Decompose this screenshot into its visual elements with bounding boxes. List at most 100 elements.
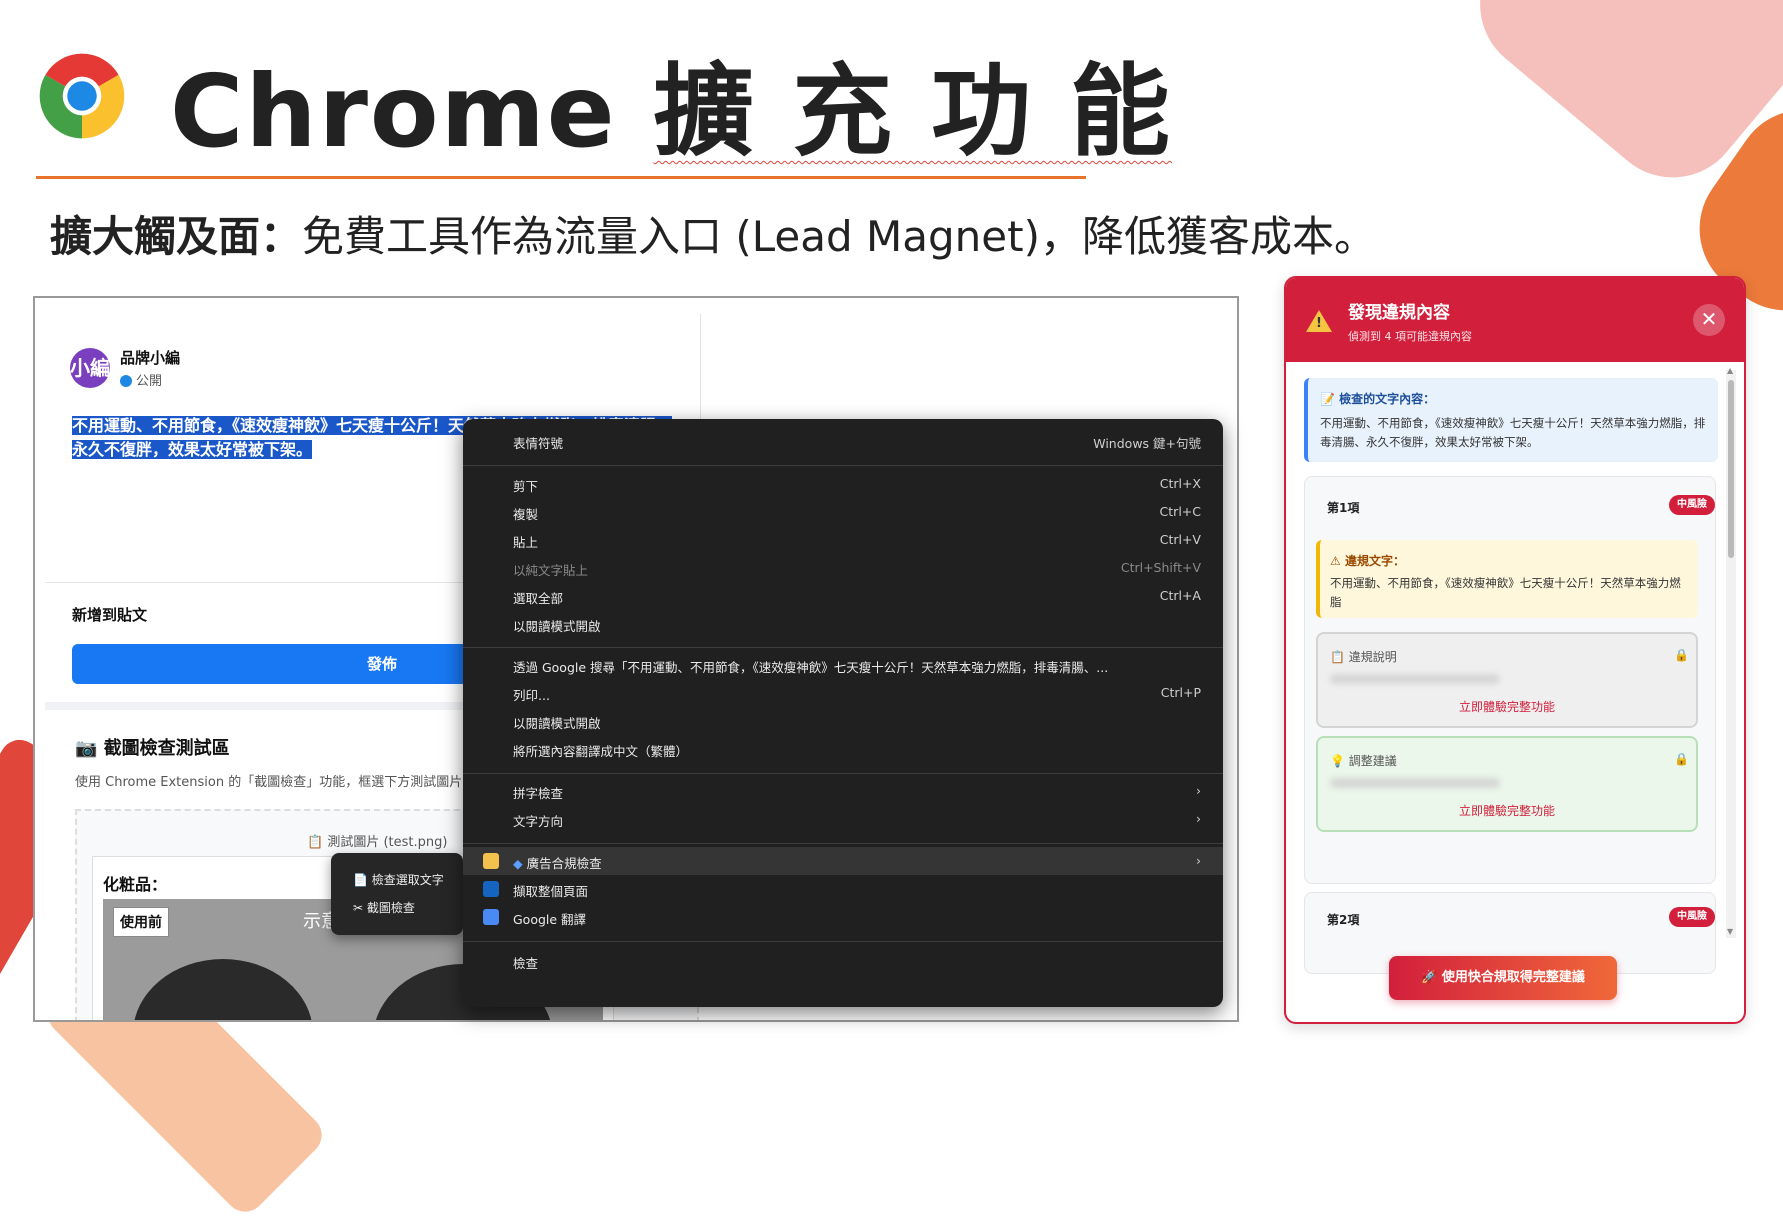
chrome-logo-icon	[39, 53, 125, 139]
unlock-link[interactable]: 立即體驗完整功能	[1318, 698, 1696, 715]
menu-item-copy[interactable]: 複製 Ctrl+C	[463, 498, 1223, 526]
checked-label-text: 檢查的文字內容：	[1339, 392, 1436, 406]
author-name[interactable]: 品牌小編	[120, 347, 180, 368]
scroll-down-icon[interactable]: ▼	[1727, 927, 1733, 936]
panel-header: ! 發現違規內容 偵測到 4 項可能違規內容 ✕	[1286, 278, 1744, 362]
menu-item-shortcut: Ctrl+C	[1159, 504, 1201, 519]
item-number: 第2項	[1327, 913, 1360, 927]
menu-item-reader-mode-2[interactable]: 以閱讀模式開啟	[463, 707, 1223, 735]
menu-item-label: 透過 Google 搜尋「不用運動、不用節食，《速效瘦神飲》七天瘦十公斤！天然草…	[513, 660, 1109, 675]
panel-subtitle: 偵測到 4 項可能違規內容	[1348, 330, 1472, 343]
menu-item-google-translate[interactable]: Google 翻譯	[463, 903, 1223, 931]
submenu-screenshot-check[interactable]: ✂ 截圖檢查	[353, 899, 415, 916]
extension-submenu: 📄 檢查選取文字 ✂ 截圖檢查	[331, 853, 463, 935]
lock-icon: 🔒	[1674, 648, 1689, 662]
shield-icon: ◆	[513, 856, 523, 871]
menu-item-label-wrap: ◆ 廣告合規檢查	[513, 853, 602, 872]
menu-item-search-google[interactable]: 透過 Google 搜尋「不用運動、不用節食，《速效瘦神飲》七天瘦十公斤！天然草…	[463, 651, 1223, 679]
menu-item-label: 拼字檢查	[513, 786, 564, 801]
suggest-label-text: 調整建議	[1348, 754, 1397, 768]
folder-icon	[483, 853, 499, 869]
menu-item-paste-plain[interactable]: 以純文字貼上 Ctrl+Shift+V	[463, 554, 1223, 582]
menu-item-print[interactable]: 列印... Ctrl+P	[463, 679, 1223, 707]
menu-item-label: 檢查	[513, 956, 539, 971]
compliance-panel: ! 發現違規內容 偵測到 4 項可能違規內容 ✕ ▲ ▼ 📝 檢查的文字內容： …	[1284, 276, 1746, 1024]
submenu-item-label: 檢查選取文字	[371, 873, 444, 887]
violation-label-text: 違規文字：	[1344, 554, 1405, 568]
menu-item-paste[interactable]: 貼上 Ctrl+V	[463, 526, 1223, 554]
menu-item-label: 以純文字貼上	[513, 563, 589, 578]
menu-item-label: 以閱讀模式開啟	[513, 716, 601, 731]
test-image-label: 📋 測試圖片 (test.png)	[307, 835, 448, 850]
subtitle: 擴大觸及面：免費工具作為流量入口 (Lead Magnet)，降低獲客成本。	[50, 203, 1376, 264]
blurred-content	[1330, 674, 1500, 684]
title-cjk: 擴 充 功 能	[653, 53, 1172, 170]
get-full-suggestions-button[interactable]: 🚀 使用快合規取得完整建議	[1389, 956, 1617, 1000]
context-menu: 表情符號 Windows 鍵+句號 剪下 Ctrl+X 複製 Ctrl+C 貼上…	[463, 419, 1223, 1007]
suggest-label: 💡 調整建議	[1330, 754, 1397, 768]
explain-label-text: 違規說明	[1348, 650, 1397, 664]
add-to-post-label: 新增到貼文	[72, 606, 148, 624]
avatar[interactable]: 小編	[70, 348, 110, 388]
checked-label: 📝 檢查的文字內容：	[1320, 392, 1436, 406]
menu-item-label: 複製	[513, 507, 539, 522]
menu-item-label: 擷取整個頁面	[513, 884, 589, 899]
menu-separator	[463, 773, 1223, 774]
menu-item-cut[interactable]: 剪下 Ctrl+X	[463, 470, 1223, 498]
menu-item-label: 列印...	[513, 688, 550, 703]
lock-icon: 🔒	[1674, 752, 1689, 766]
locked-suggestion: 💡 調整建議 🔒 立即體驗完整功能	[1316, 736, 1698, 832]
test-image-label-text: 測試圖片 (test.png)	[327, 835, 448, 850]
scroll-up-icon[interactable]: ▲	[1727, 366, 1733, 375]
menu-item-label: 將所選內容翻譯成中文（繁體）	[513, 744, 689, 759]
menu-item-label: 表情符號	[513, 436, 564, 451]
risk-badge: 中風險	[1669, 907, 1715, 927]
menu-item-shortcut: Ctrl+P	[1160, 685, 1201, 700]
menu-item-select-all[interactable]: 選取全部 Ctrl+A	[463, 582, 1223, 610]
menu-separator	[463, 843, 1223, 844]
chevron-right-icon: ›	[1196, 783, 1201, 798]
menu-item-text-direction[interactable]: 文字方向 ›	[463, 805, 1223, 833]
menu-item-label: 剪下	[513, 479, 539, 494]
violation-text-box: ⚠ 違規文字： 不用運動、不用節食，《速效瘦神飲》七天瘦十公斤！天然草本強力燃脂	[1316, 540, 1698, 618]
menu-item-shortcut: Ctrl+A	[1159, 588, 1201, 603]
menu-item-label: Google 翻譯	[513, 912, 587, 927]
warning-icon-mark: !	[1316, 316, 1322, 331]
menu-item-capture-page[interactable]: 擷取整個頁面	[463, 875, 1223, 903]
panel-title: 發現違規內容	[1348, 303, 1450, 323]
locked-explanation: 📋 違規說明 🔒 立即體驗完整功能	[1316, 632, 1698, 728]
title-divider	[36, 176, 1086, 179]
cosmetics-title: 化粧品：	[103, 875, 168, 894]
test-section-title: 📷 截圖檢查測試區	[75, 738, 230, 759]
menu-item-reader-mode[interactable]: 以閱讀模式開啟	[463, 610, 1223, 638]
globe-icon	[120, 375, 132, 387]
scrollbar-thumb[interactable]	[1728, 380, 1734, 558]
menu-item-spell-check[interactable]: 拼字檢查 ›	[463, 777, 1223, 805]
chevron-right-icon: ›	[1196, 853, 1201, 868]
unlock-link[interactable]: 立即體驗完整功能	[1318, 802, 1696, 819]
menu-item-inspect[interactable]: 檢查	[463, 947, 1223, 975]
capture-icon	[483, 881, 499, 897]
menu-separator	[463, 465, 1223, 466]
subtitle-rest: 免費工具作為流量入口 (Lead Magnet)，降低獲客成本。	[302, 212, 1376, 261]
submenu-item-label: 截圖檢查	[366, 901, 415, 915]
blurred-content	[1330, 778, 1500, 788]
cta-label: 使用快合規取得完整建議	[1441, 970, 1585, 985]
google-translate-icon	[483, 909, 499, 925]
item-number: 第1項	[1327, 501, 1360, 515]
menu-item-label: 文字方向	[513, 814, 564, 829]
privacy-label[interactable]: 公開	[120, 370, 162, 389]
menu-item-ad-compliance[interactable]: ◆ 廣告合規檢查 ›	[463, 847, 1223, 875]
privacy-text: 公開	[136, 374, 163, 389]
close-button[interactable]: ✕	[1693, 304, 1725, 336]
subtitle-bold: 擴大觸及面：	[50, 212, 303, 261]
title-en: Chrome	[170, 53, 617, 170]
page-title: Chrome 擴 充 功 能	[170, 30, 1172, 175]
submenu-check-selected-text[interactable]: 📄 檢查選取文字	[353, 871, 444, 888]
menu-item-emoji[interactable]: 表情符號 Windows 鍵+句號	[463, 427, 1223, 455]
menu-item-shortcut: Windows 鍵+句號	[1093, 436, 1201, 451]
menu-item-label: 選取全部	[513, 591, 564, 606]
menu-item-translate[interactable]: 將所選內容翻譯成中文（繁體）	[463, 735, 1223, 763]
checked-text: 不用運動、不用節食，《速效瘦神飲》七天瘦十公斤！天然草本強力燃脂，排毒清腸、永久…	[1320, 416, 1706, 449]
menu-item-shortcut: Ctrl+X	[1159, 476, 1201, 491]
